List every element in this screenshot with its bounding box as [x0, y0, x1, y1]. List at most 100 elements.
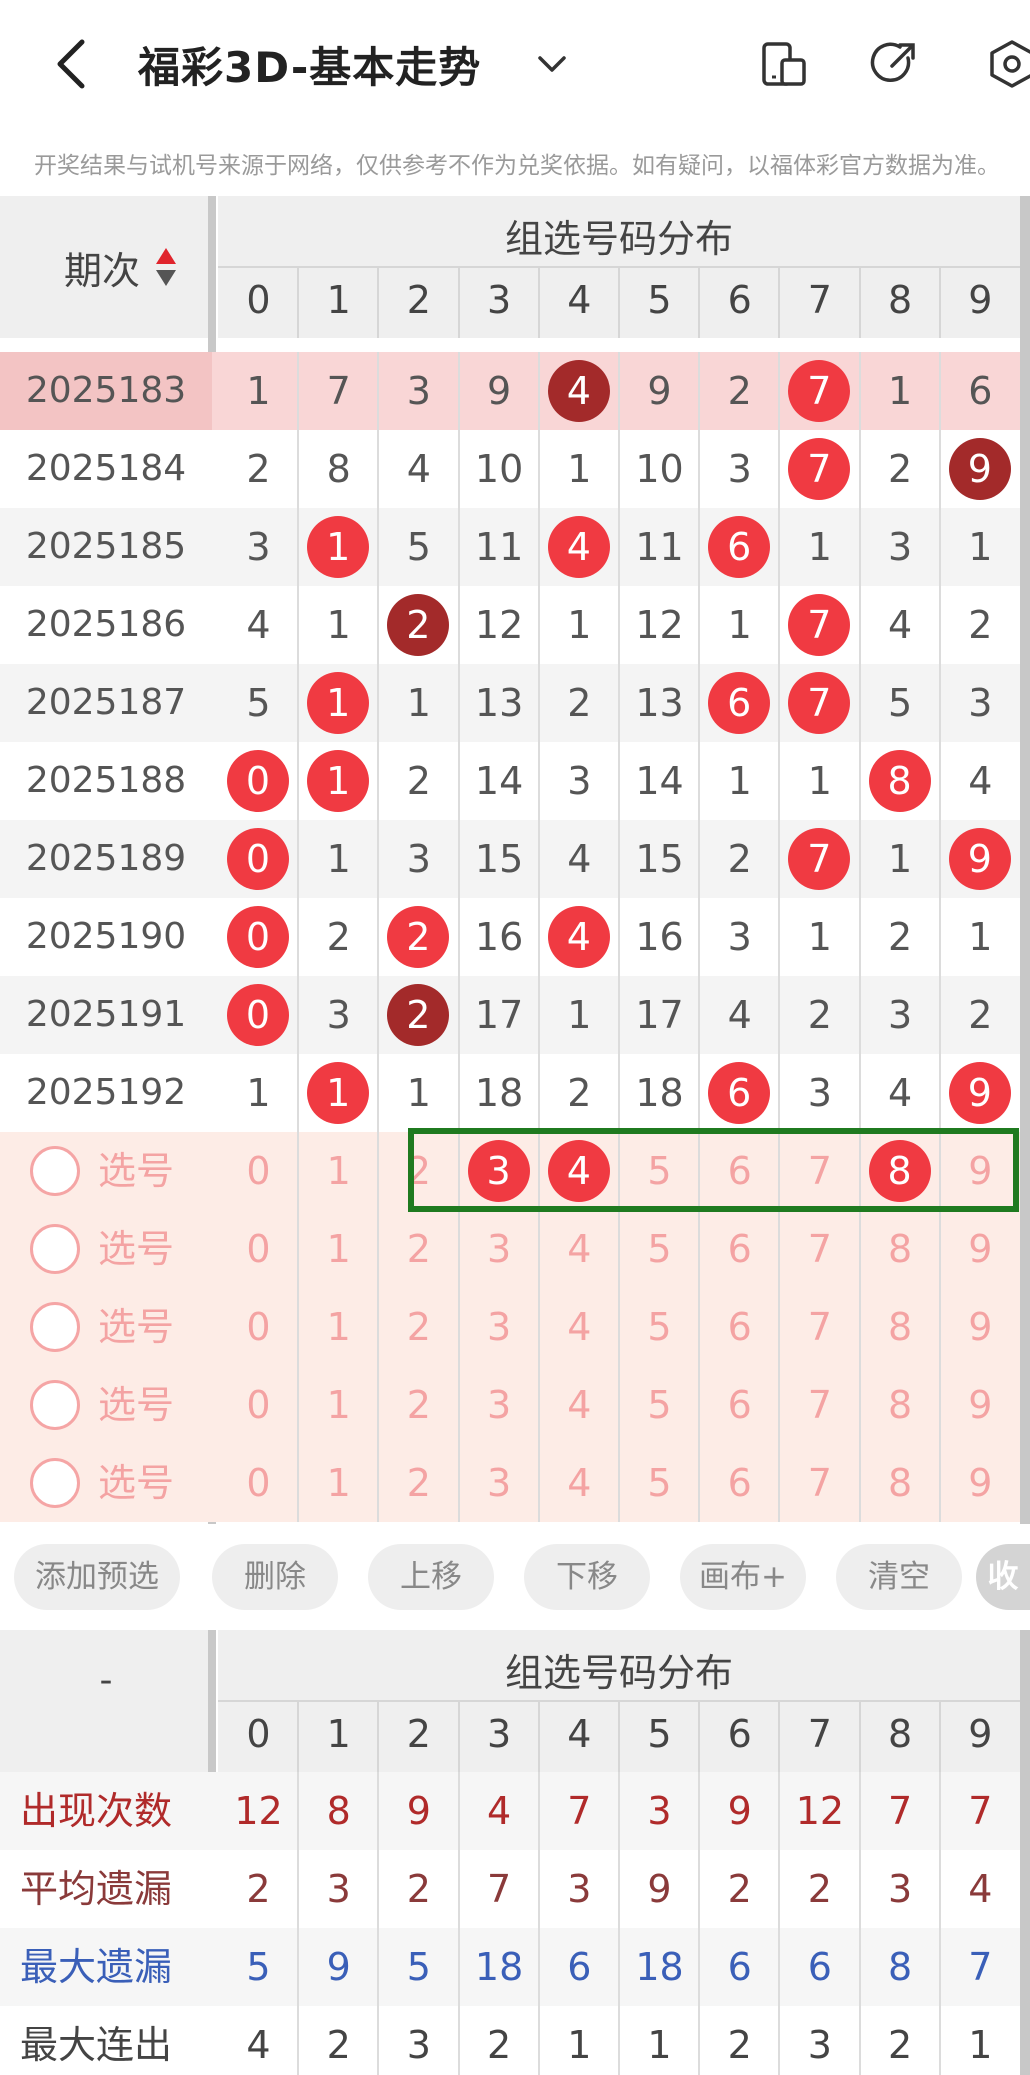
- select-digit-3[interactable]: 3: [459, 1444, 540, 1522]
- digit-cell: 0: [218, 976, 299, 1054]
- select-digit-2[interactable]: 2: [378, 1366, 459, 1444]
- digit-cell: 4: [968, 759, 993, 803]
- stat-value: 6: [727, 1945, 752, 1989]
- select-digit-1[interactable]: 1: [298, 1444, 379, 1522]
- period-header[interactable]: 期次: [0, 196, 212, 338]
- share-button[interactable]: [868, 38, 920, 90]
- select-digit-0[interactable]: 0: [218, 1288, 299, 1366]
- digit-cell: 12: [474, 603, 524, 647]
- select-digit-7[interactable]: 7: [779, 1366, 860, 1444]
- select-radio[interactable]: [30, 1458, 80, 1508]
- select-digit-0[interactable]: 0: [218, 1444, 299, 1522]
- header-grid-line: [537, 1702, 540, 1772]
- digit-cell: 1: [807, 759, 832, 803]
- select-digit-3[interactable]: 3: [459, 1210, 540, 1288]
- select-row: 选号 0 1 2 3 4 5 6 7 8 9: [0, 1444, 1020, 1522]
- digit-cell: 4: [406, 447, 431, 491]
- select-digit-3[interactable]: 3: [459, 1288, 540, 1366]
- device-switch-button[interactable]: [758, 38, 810, 90]
- stat-value: 9: [326, 1945, 351, 1989]
- select-digit-5[interactable]: 5: [619, 1444, 700, 1522]
- select-digit-0[interactable]: 0: [218, 1210, 299, 1288]
- select-row: 选号 0 1 2 3 4 5 6 7 8 9: [0, 1366, 1020, 1444]
- grid-line: [457, 1772, 460, 2075]
- stat-row: 最大连出 4 2 3 2 1 1 2 3 2 1: [0, 2006, 1020, 2075]
- select-digit-1[interactable]: 1: [298, 1366, 379, 1444]
- select-digit-2[interactable]: 2: [378, 1444, 459, 1522]
- select-radio[interactable]: [30, 1224, 80, 1274]
- move-up-button[interactable]: 上移: [368, 1544, 494, 1610]
- select-digit-0[interactable]: 0: [218, 1366, 299, 1444]
- table-row: 2025187 5 1 1 13 2 13 6 7 5 3: [0, 664, 1020, 742]
- digit-cell: 1: [727, 759, 752, 803]
- select-digit-6[interactable]: 6: [699, 1210, 780, 1288]
- select-digit-9[interactable]: 9: [940, 1288, 1021, 1366]
- add-preselect-button[interactable]: 添加预选: [14, 1544, 180, 1610]
- digit-cell: 2: [888, 447, 913, 491]
- stat-value: 2: [246, 1867, 271, 1911]
- select-digit-1[interactable]: 1: [298, 1132, 379, 1210]
- stat-value: 7: [567, 1789, 592, 1833]
- digit-cell: 3: [326, 993, 351, 1037]
- select-radio[interactable]: [30, 1302, 80, 1352]
- stat-value: 1: [968, 2023, 993, 2067]
- settings-button[interactable]: [986, 38, 1030, 90]
- back-button[interactable]: [48, 32, 96, 96]
- select-digit-3[interactable]: 3: [459, 1366, 540, 1444]
- digit-cell: 2: [406, 759, 431, 803]
- select-digit-4[interactable]: 4: [539, 1366, 620, 1444]
- select-radio[interactable]: [30, 1380, 80, 1430]
- select-digit-7[interactable]: 7: [779, 1444, 860, 1522]
- title-dropdown-button[interactable]: [532, 44, 572, 84]
- select-radio[interactable]: [30, 1146, 80, 1196]
- grid-line: [858, 352, 861, 1522]
- select-digit-4[interactable]: 4: [539, 1210, 620, 1288]
- page-title[interactable]: 福彩3D-基本走势: [138, 34, 481, 95]
- digit-cell: 1: [567, 447, 592, 491]
- select-digit-6[interactable]: 6: [699, 1444, 780, 1522]
- select-digit-5[interactable]: 5: [619, 1288, 700, 1366]
- draw-ball: 8: [868, 750, 931, 812]
- move-down-button[interactable]: 下移: [524, 1544, 650, 1610]
- select-digit-5[interactable]: 5: [619, 1366, 700, 1444]
- select-digit-8[interactable]: 8: [860, 1366, 941, 1444]
- draw-ball: 0: [227, 828, 289, 890]
- select-digit-7[interactable]: 7: [779, 1210, 860, 1288]
- select-digit-9[interactable]: 9: [940, 1366, 1021, 1444]
- select-digit-0[interactable]: 0: [218, 1132, 299, 1210]
- grid-line: [377, 1772, 380, 2075]
- select-digit-4[interactable]: 4: [539, 1288, 620, 1366]
- header-grid-line: [377, 268, 380, 338]
- select-digit-8[interactable]: 8: [860, 1288, 941, 1366]
- select-digit-6[interactable]: 6: [699, 1366, 780, 1444]
- digit-cell: 3: [406, 369, 431, 413]
- digit-cell: 2: [567, 1071, 592, 1115]
- stat-value: 1: [647, 2023, 672, 2067]
- stat-value: 4: [968, 1867, 993, 1911]
- table-row: 2025191 0 3 2 17 1 17 4 2 3 2: [0, 976, 1020, 1054]
- clear-button[interactable]: 清空: [836, 1544, 962, 1610]
- collapse-button[interactable]: 收: [976, 1544, 1030, 1610]
- select-digit-6[interactable]: 6: [699, 1288, 780, 1366]
- digit-cell: 4: [888, 603, 913, 647]
- select-digit-1[interactable]: 1: [298, 1288, 379, 1366]
- digit-cell: 3: [888, 525, 913, 569]
- select-digit-9[interactable]: 9: [940, 1210, 1021, 1288]
- stat-value: 1: [567, 2023, 592, 2067]
- select-digit-8[interactable]: 8: [860, 1444, 941, 1522]
- select-digit-9[interactable]: 9: [940, 1444, 1021, 1522]
- select-digit-8[interactable]: 8: [860, 1210, 941, 1288]
- select-digit-2[interactable]: 2: [378, 1210, 459, 1288]
- select-digit-2[interactable]: 2: [378, 1288, 459, 1366]
- digit-cell: 14: [474, 759, 524, 803]
- select-digit-4[interactable]: 4: [539, 1444, 620, 1522]
- select-digit-7[interactable]: 7: [779, 1288, 860, 1366]
- select-digit-1[interactable]: 1: [298, 1210, 379, 1288]
- canvas-plus-button[interactable]: 画布+: [680, 1544, 806, 1610]
- digit-cell: 18: [635, 1071, 684, 1115]
- delete-button[interactable]: 删除: [212, 1544, 338, 1610]
- draw-ball: 1: [307, 750, 370, 812]
- digit-cell: 14: [635, 759, 684, 803]
- select-digit-5[interactable]: 5: [619, 1210, 700, 1288]
- digit-header-1: 1: [326, 1712, 351, 1756]
